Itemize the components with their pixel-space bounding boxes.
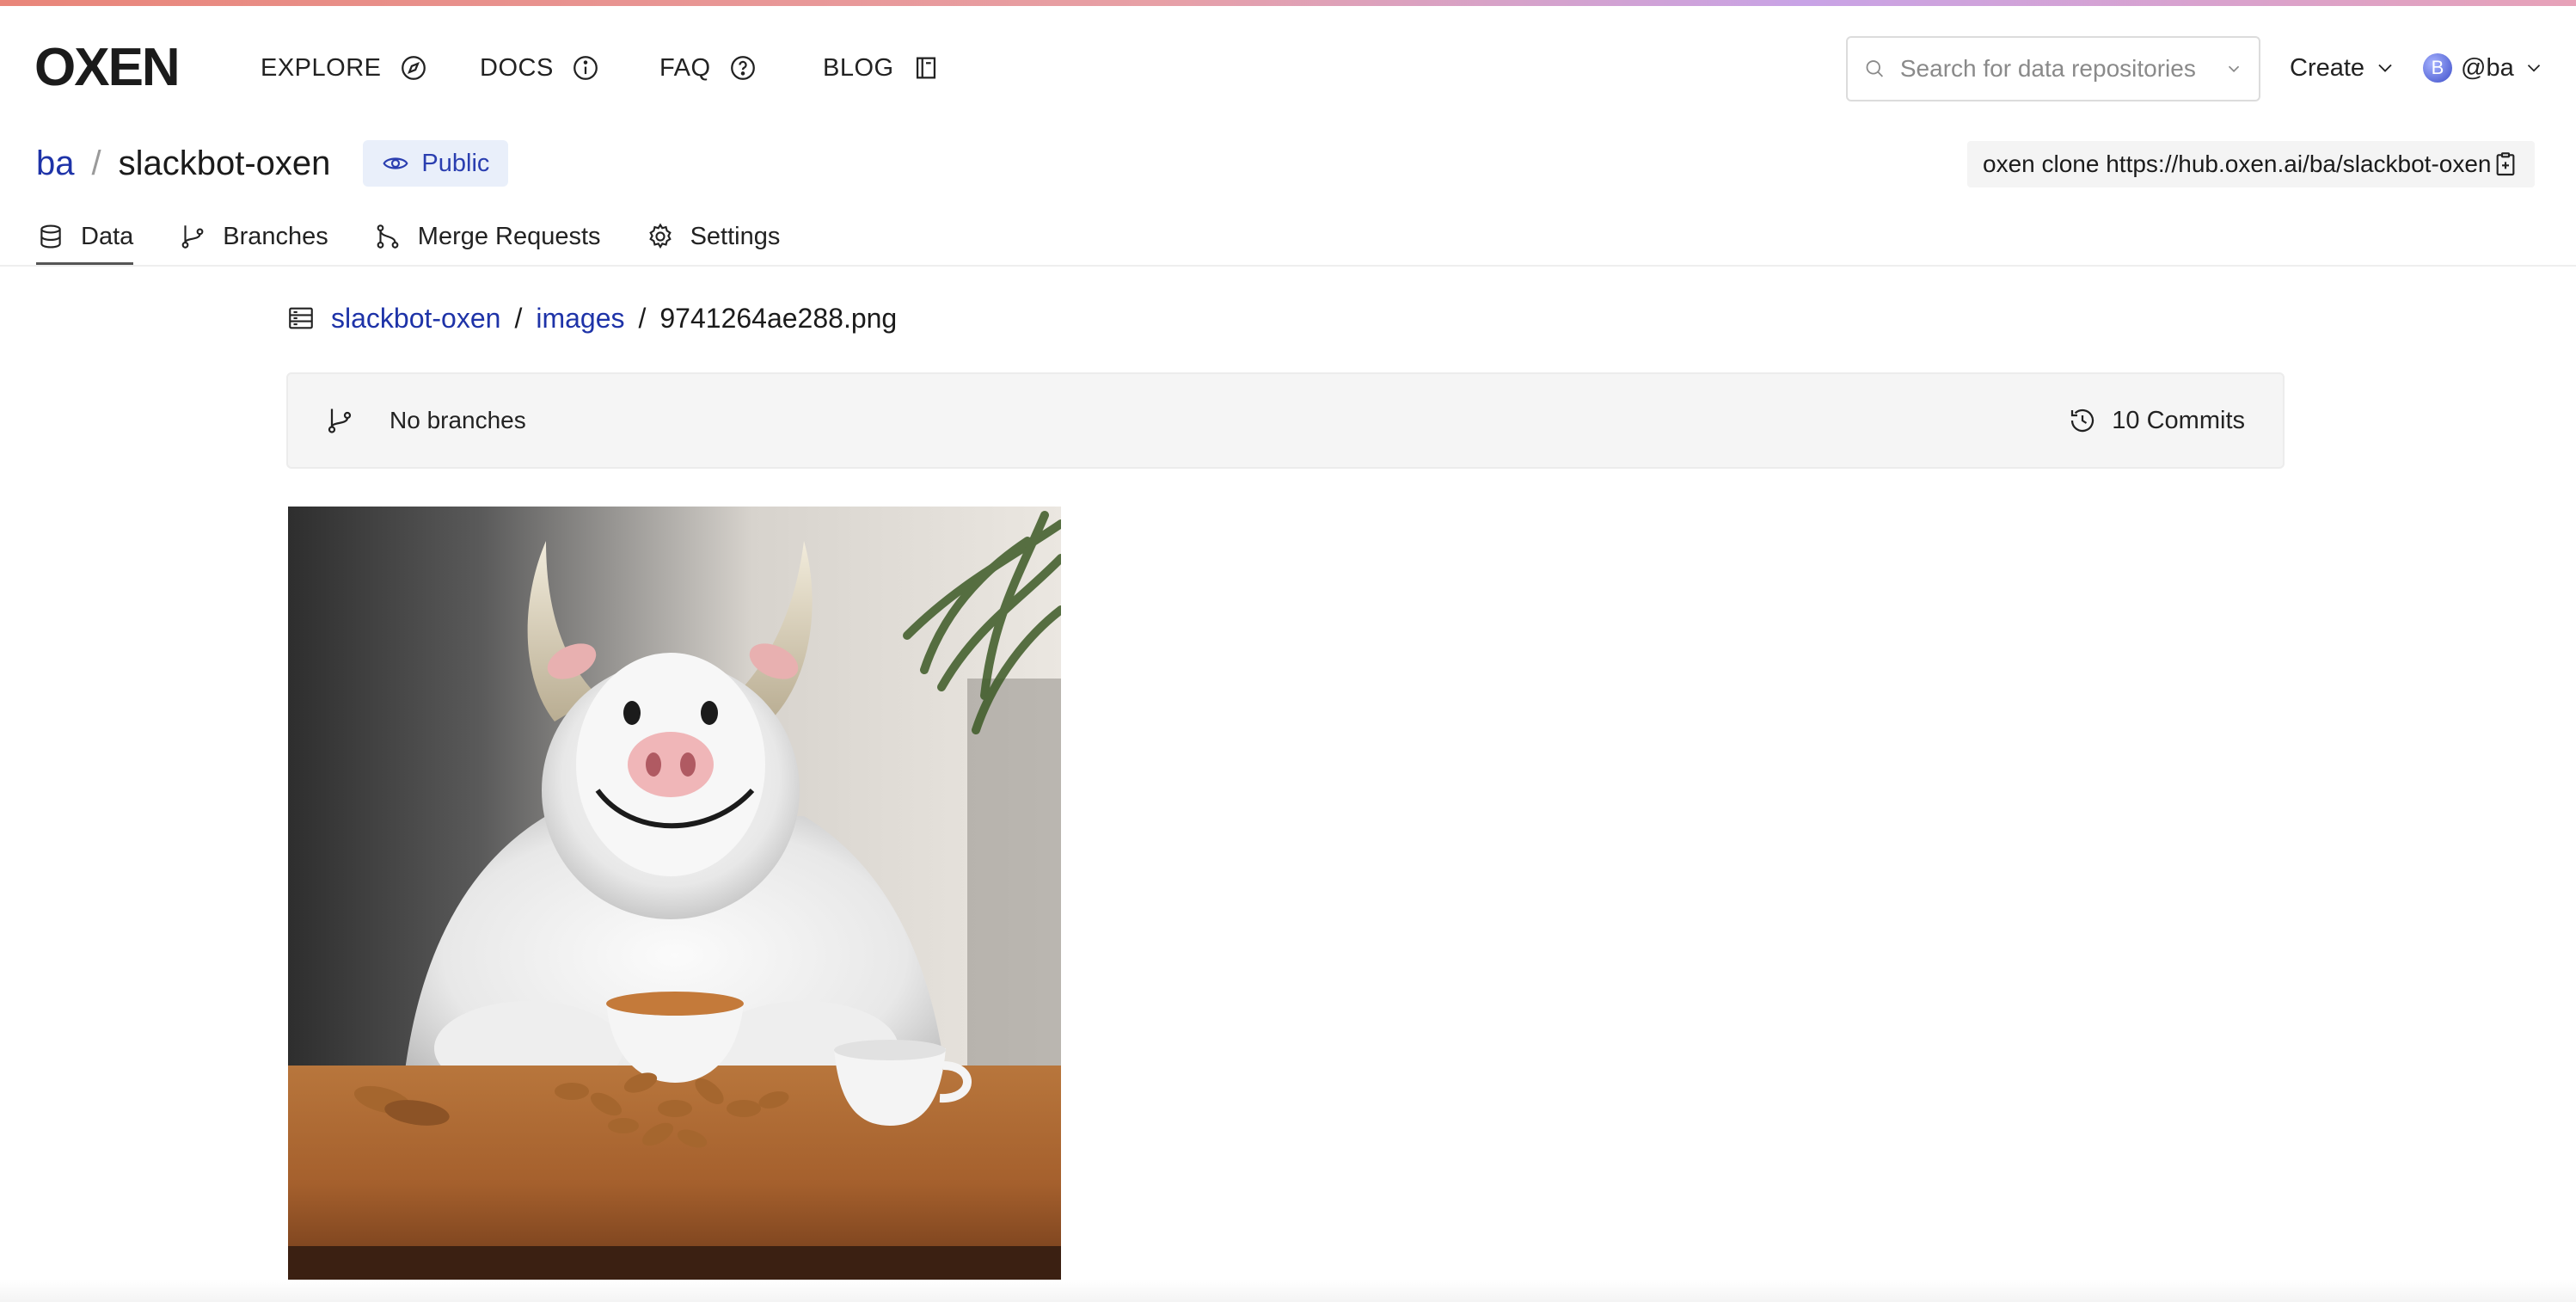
gear-icon (648, 223, 672, 249)
repo-title-row: ba / slackbot-oxen Public (36, 138, 509, 189)
tab-data-label: Data (81, 222, 134, 250)
branch-info-bar: No branches 10 Commits (286, 372, 2285, 469)
branch-selector[interactable]: No branches (324, 405, 526, 436)
compass-icon (401, 56, 426, 80)
create-menu-button[interactable]: Create (2290, 51, 2397, 85)
history-icon (2071, 408, 2095, 433)
tab-branches-label: Branches (223, 222, 328, 250)
visibility-label: Public (421, 149, 490, 177)
chevron-down-icon (2527, 64, 2540, 72)
clone-command-text: oxen clone https://hub.oxen.ai/ba/slackb… (1983, 150, 2492, 177)
page-bottom-shadow (0, 1280, 2576, 1302)
tab-merge-requests-label: Merge Requests (417, 222, 601, 250)
tab-settings[interactable]: Settings (646, 212, 781, 261)
breadcrumb-separator: / (638, 302, 647, 334)
tabs-divider (0, 265, 2576, 267)
tab-merge-requests[interactable]: Merge Requests (373, 212, 601, 261)
commits-link[interactable]: 10 Commits (2067, 405, 2245, 436)
repo-separator: / (91, 144, 101, 182)
avatar: B (2423, 53, 2452, 83)
tab-settings-label: Settings (690, 222, 781, 250)
svg-text:OXEN: OXEN (34, 40, 179, 92)
username-label: @ba (2461, 53, 2514, 82)
file-image-preview (288, 507, 1061, 1280)
branch-icon (181, 225, 204, 249)
database-icon (40, 224, 61, 249)
yak-coffee-illustration (288, 507, 1061, 1280)
create-label: Create (2290, 53, 2365, 82)
breadcrumb-current-file: 9741264ae288.png (659, 302, 898, 334)
nav-blog-label: BLOG (823, 53, 894, 82)
nav-docs[interactable]: DOCS (480, 51, 600, 85)
branches-status-text: No branches (389, 407, 526, 433)
question-icon (730, 56, 755, 80)
tab-data[interactable]: Data (36, 212, 134, 265)
merge-icon (377, 224, 399, 249)
top-accent-stripe (0, 0, 2576, 6)
breadcrumb-folder-link[interactable]: images (536, 303, 624, 335)
server-icon (289, 307, 313, 329)
repo-tabs: Data Branches Merge Requests Settings (36, 212, 780, 267)
breadcrumb: slackbot-oxen / images / 9741264ae288.pn… (286, 299, 897, 337)
breadcrumb-separator: / (514, 302, 523, 334)
nav-faq-label: FAQ (659, 53, 711, 82)
book-icon (916, 57, 935, 79)
nav-explore-label: EXPLORE (261, 53, 382, 82)
chevron-down-icon[interactable] (2224, 57, 2243, 81)
branch-icon (328, 408, 352, 433)
repo-name[interactable]: slackbot-oxen (119, 144, 331, 183)
search-icon (1866, 60, 1884, 77)
nav-explore[interactable]: EXPLORE (261, 51, 428, 85)
nav-faq[interactable]: FAQ (659, 51, 757, 85)
clone-command-box: oxen clone https://hub.oxen.ai/ba/slackb… (1967, 141, 2535, 187)
eye-icon (383, 157, 408, 169)
copy-clipboard-icon[interactable] (2492, 150, 2519, 178)
user-menu-button[interactable]: B @ba (2423, 51, 2545, 85)
commits-count-label: 10 Commits (2112, 406, 2245, 434)
oxen-logo[interactable]: OXEN (34, 40, 186, 92)
chevron-down-icon (2378, 64, 2392, 72)
breadcrumb-repo-link[interactable]: slackbot-oxen (331, 303, 500, 335)
top-navbar: OXEN EXPLORE DOCS FAQ BLOG Create (0, 6, 2576, 123)
nav-docs-label: DOCS (480, 53, 554, 82)
search-box[interactable] (1846, 36, 2260, 101)
info-icon (573, 56, 598, 80)
search-input[interactable] (1899, 55, 2211, 83)
repo-owner-link[interactable]: ba (36, 144, 75, 183)
visibility-badge: Public (363, 140, 509, 187)
tab-branches[interactable]: Branches (178, 212, 328, 261)
nav-blog[interactable]: BLOG (823, 51, 941, 85)
